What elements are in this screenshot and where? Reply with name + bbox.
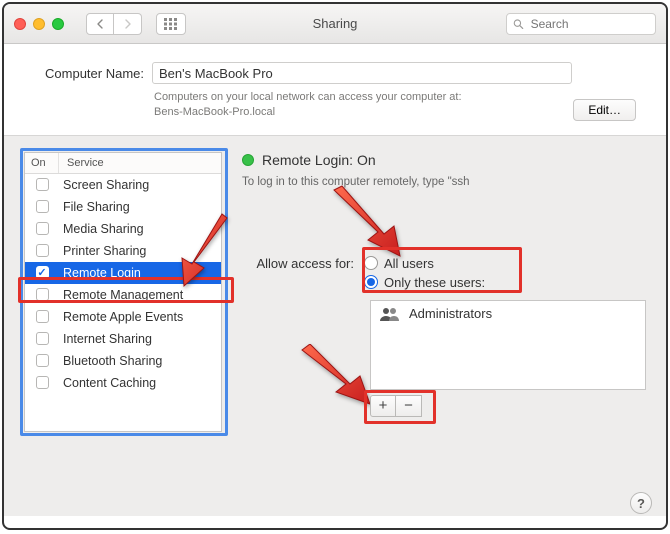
allowed-users-list[interactable]: Administrators bbox=[370, 300, 646, 390]
service-row-bluetooth-sharing[interactable]: Bluetooth Sharing bbox=[25, 350, 221, 372]
titlebar: Sharing bbox=[4, 4, 666, 44]
search-input[interactable] bbox=[529, 16, 649, 32]
service-status: Remote Login: On bbox=[242, 152, 646, 168]
service-label: Remote Apple Events bbox=[59, 310, 221, 324]
col-service-header: Service bbox=[59, 153, 221, 173]
list-item[interactable]: Administrators bbox=[371, 301, 645, 327]
annotation-arrow-allow-access bbox=[322, 184, 412, 267]
service-checkbox[interactable] bbox=[36, 244, 49, 257]
services-list[interactable]: On Service Screen Sharing File Sharing Med… bbox=[24, 152, 222, 432]
service-row-screen-sharing[interactable]: Screen Sharing bbox=[25, 174, 221, 196]
add-remove-controls: + − bbox=[370, 395, 422, 417]
service-row-remote-management[interactable]: Remote Management bbox=[25, 284, 221, 306]
window-controls bbox=[14, 18, 64, 30]
service-checkbox[interactable] bbox=[36, 354, 49, 367]
add-user-button[interactable]: + bbox=[370, 395, 396, 417]
annotation-arrow-add-remove bbox=[290, 344, 380, 417]
service-detail-pane: Remote Login: On To log in to this compu… bbox=[242, 152, 646, 496]
service-checkbox[interactable] bbox=[36, 310, 49, 323]
allow-access-label: Allow access for: bbox=[242, 256, 354, 290]
service-row-remote-apple-events[interactable]: Remote Apple Events bbox=[25, 306, 221, 328]
service-checkbox[interactable]: ✓ bbox=[36, 266, 49, 279]
computer-name-hint: Computers on your local network can acce… bbox=[154, 90, 534, 121]
service-status-label: Remote Login: On bbox=[262, 152, 376, 168]
minimize-window-button[interactable] bbox=[33, 18, 45, 30]
service-row-internet-sharing[interactable]: Internet Sharing bbox=[25, 328, 221, 350]
col-on-header: On bbox=[25, 153, 59, 173]
service-row-media-sharing[interactable]: Media Sharing bbox=[25, 218, 221, 240]
zoom-window-button[interactable] bbox=[52, 18, 64, 30]
service-row-printer-sharing[interactable]: Printer Sharing bbox=[25, 240, 221, 262]
status-dot-icon bbox=[242, 154, 254, 166]
radio-icon-selected bbox=[364, 275, 378, 289]
service-label: Media Sharing bbox=[59, 222, 221, 236]
hint-line-1: Computers on your local network can acce… bbox=[154, 91, 462, 103]
services-panel: On Service Screen Sharing File Sharing Med… bbox=[24, 152, 224, 496]
radio-only-these-users[interactable]: Only these users: bbox=[364, 275, 485, 290]
computer-name-input[interactable] bbox=[152, 62, 572, 84]
radio-icon bbox=[364, 256, 378, 270]
edit-hostname-button[interactable]: Edit… bbox=[573, 99, 636, 121]
nav-back-forward bbox=[86, 13, 142, 35]
help-button[interactable]: ? bbox=[630, 492, 652, 514]
allow-access-section: Allow access for: All users Only these u… bbox=[242, 256, 646, 290]
service-checkbox[interactable] bbox=[36, 288, 49, 301]
radio-all-users-label: All users bbox=[384, 256, 434, 271]
close-window-button[interactable] bbox=[14, 18, 26, 30]
service-label: Printer Sharing bbox=[59, 244, 221, 258]
forward-button[interactable] bbox=[114, 13, 142, 35]
sharing-body: On Service Screen Sharing File Sharing Med… bbox=[4, 136, 666, 516]
service-checkbox[interactable] bbox=[36, 332, 49, 345]
user-item-label: Administrators bbox=[409, 306, 492, 321]
service-label: File Sharing bbox=[59, 200, 221, 214]
radio-all-users[interactable]: All users bbox=[364, 256, 485, 271]
services-header: On Service bbox=[25, 153, 221, 174]
computer-name-label: Computer Name: bbox=[24, 66, 144, 81]
service-checkbox[interactable] bbox=[36, 200, 49, 213]
group-icon bbox=[379, 305, 401, 323]
service-label: Internet Sharing bbox=[59, 332, 221, 346]
service-login-hint: To log in to this computer remotely, typ… bbox=[242, 176, 646, 188]
service-row-remote-login[interactable]: ✓ Remote Login bbox=[25, 262, 221, 284]
service-label: Screen Sharing bbox=[59, 178, 221, 192]
hint-line-2: Bens-MacBook-Pro.local bbox=[154, 106, 275, 118]
service-row-file-sharing[interactable]: File Sharing bbox=[25, 196, 221, 218]
service-label: Content Caching bbox=[59, 376, 221, 390]
service-label: Bluetooth Sharing bbox=[59, 354, 221, 368]
service-checkbox[interactable] bbox=[36, 222, 49, 235]
remove-user-button[interactable]: − bbox=[396, 395, 422, 417]
search-icon bbox=[513, 18, 524, 30]
back-button[interactable] bbox=[86, 13, 114, 35]
search-field[interactable] bbox=[506, 13, 656, 35]
service-checkbox[interactable] bbox=[36, 376, 49, 389]
show-all-button[interactable] bbox=[156, 13, 186, 35]
service-row-content-caching[interactable]: Content Caching bbox=[25, 372, 221, 394]
service-checkbox[interactable] bbox=[36, 178, 49, 191]
radio-only-these-users-label: Only these users: bbox=[384, 275, 485, 290]
computer-name-section: Computer Name: Computers on your local n… bbox=[4, 44, 666, 136]
service-label: Remote Login bbox=[59, 266, 221, 280]
service-label: Remote Management bbox=[59, 288, 221, 302]
